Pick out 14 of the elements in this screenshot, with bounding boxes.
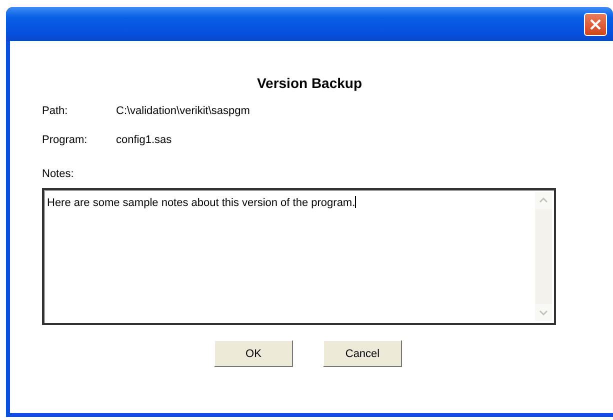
- notes-label: Notes:: [42, 168, 75, 180]
- close-button[interactable]: [584, 12, 607, 36]
- scroll-up-icon[interactable]: [535, 192, 552, 209]
- close-icon: [589, 18, 602, 30]
- field-value: config1.sas: [116, 134, 172, 148]
- dialog-title: Version Backup: [256, 75, 364, 91]
- scroll-down-icon[interactable]: [535, 304, 552, 321]
- notes-field[interactable]: Here are some sample notes about this version of the program.: [42, 188, 556, 325]
- field-label: Program:: [42, 134, 88, 148]
- cancel-button[interactable]: Cancel: [323, 340, 402, 367]
- field-label: Path:: [42, 105, 69, 119]
- field-value: C:\validation\verikit\saspgm: [116, 105, 250, 119]
- scrollbar[interactable]: [535, 192, 552, 321]
- ok-button[interactable]: OK: [214, 340, 293, 367]
